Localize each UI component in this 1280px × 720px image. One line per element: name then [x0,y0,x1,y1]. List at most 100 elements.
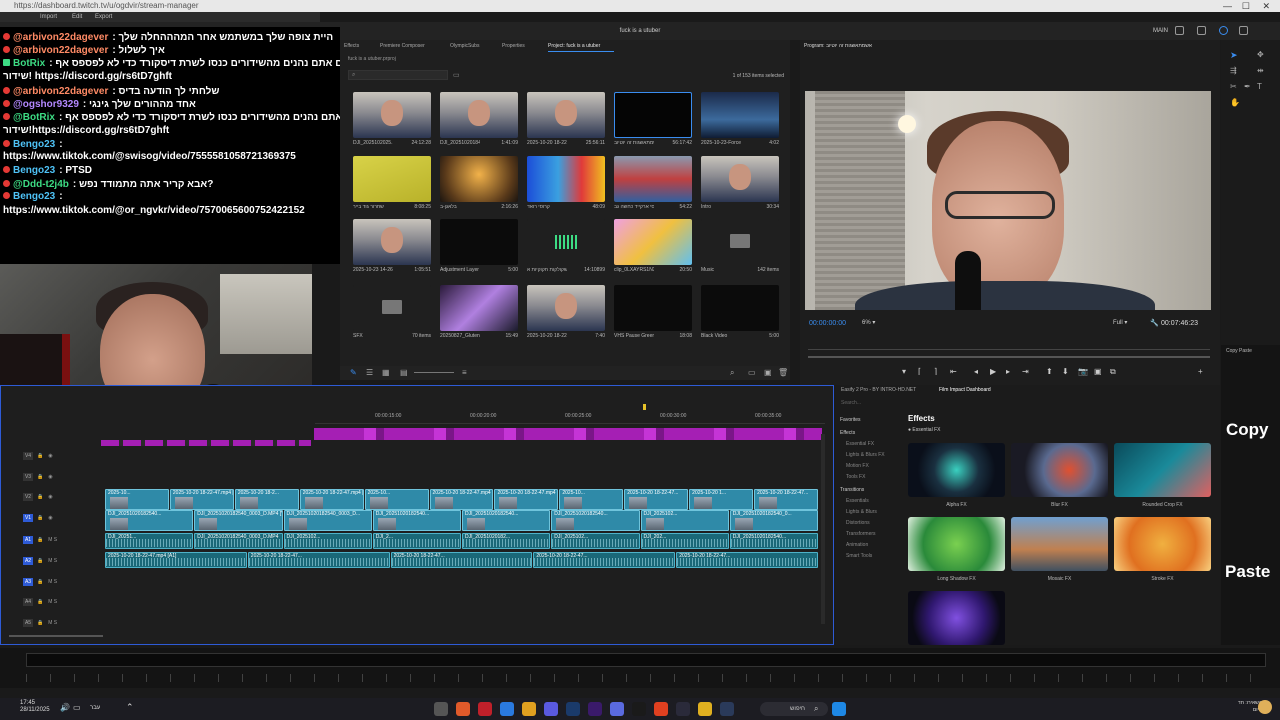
video-clip[interactable]: 2025-10... [105,489,169,510]
chat-username[interactable]: Bengo23 [13,165,55,176]
photoshop-icon[interactable] [566,702,580,716]
go-to-in-icon[interactable]: ⇤ [950,367,957,376]
program-zoom-bar[interactable] [808,356,1210,358]
video-clip[interactable]: DJI_20251020182540... [551,510,640,531]
selection-tool-icon[interactable]: ➤ [1230,50,1238,61]
ripple-edit-icon[interactable]: ⇹ [1257,66,1264,75]
eye-icon[interactable]: ◉ [48,494,52,500]
audio-clip[interactable]: 2025-10-20 18-22-47... [533,552,676,568]
track-header[interactable]: A5 🔒 M S [23,619,103,639]
list-view-icon[interactable]: ☰ [366,368,373,377]
layout-icon[interactable] [1175,26,1184,35]
new-item-button[interactable]: ▣ [764,368,772,377]
project-item-thumbnail[interactable] [701,92,779,138]
project-item-thumbnail[interactable] [614,285,692,331]
video-clip[interactable]: DJI_20251020182540_0003_D... [283,510,372,531]
chat-username[interactable]: @ogshor9329 [13,99,79,110]
new-bin-button[interactable]: ▭ [748,368,756,377]
tab-film-impact[interactable]: Film Impact Dashboard [939,387,991,393]
icon-view-icon[interactable]: ▦ [382,368,390,377]
pencil-icon[interactable]: ✎ [350,368,357,377]
tab-effects[interactable]: Effects [344,43,359,49]
project-item-thumbnail[interactable] [353,92,431,138]
track-target-label[interactable]: A2 [23,557,33,565]
copy-button[interactable]: Copy [1226,420,1269,440]
timeline-vertical-scrollbar[interactable] [821,434,825,624]
taskbar-search[interactable]: חיפוש ⌕ [760,702,828,716]
step-forward-icon[interactable]: ▸ [1006,367,1010,376]
project-item-thumbnail[interactable] [440,219,518,265]
calendar-icon[interactable] [676,702,690,716]
notes-icon[interactable] [500,702,514,716]
project-item-thumbnail[interactable] [440,156,518,202]
tab-easify[interactable]: Easify 2 Pro - BY INTRO-HD.NET [841,387,916,393]
tab-olympicsubs[interactable]: OlympicSubs [450,43,479,49]
chat-username[interactable]: @arbivon22dagever [13,86,108,97]
video-clip[interactable]: 2025-10-20 18-22-47... [624,489,689,510]
project-item-thumbnail[interactable] [353,219,431,265]
lock-icon[interactable]: 🔒 [37,599,43,605]
steam-icon[interactable] [720,702,734,716]
mute-icon[interactable]: M S [48,599,57,605]
workspace-label[interactable]: MAIN [1153,22,1168,40]
chat-username[interactable]: @BotRix [13,112,55,123]
track-target-label[interactable]: A5 [23,619,33,627]
video-clip[interactable]: 2025-10-20 18-22-47.mp4 [V2] [299,489,364,510]
effects-category[interactable]: Favorites [840,417,861,423]
windows-start-icon[interactable] [832,702,846,716]
track-header[interactable]: V4 🔒 ◉ [23,452,103,472]
hand-tool-icon[interactable]: ✋ [1230,98,1240,107]
audio-clip[interactable]: DJI_202... [640,533,729,549]
chrome-icon[interactable] [522,702,536,716]
sort-icon[interactable]: ≡ [462,368,467,377]
track-target-label[interactable]: A1 [23,536,33,544]
track-header[interactable]: V2 🔒 ◉ [23,493,103,513]
mute-icon[interactable]: M S [48,579,57,585]
lock-icon[interactable]: 🔒 [37,537,43,543]
project-item-thumbnail[interactable] [614,219,692,265]
effect-preview[interactable] [1011,517,1108,571]
weather-widget[interactable]: השאירו: חד היום [1222,700,1262,714]
audio-clip[interactable]: DJI_20251020182540... [729,533,818,549]
project-item-thumbnail[interactable] [527,219,605,265]
video-clip[interactable]: 2025-10-20 18-22-47.mp4 [V] [169,489,234,510]
chat-username[interactable]: Bengo23 [13,139,55,150]
effects-category[interactable]: Effects [840,430,855,436]
project-item-thumbnail[interactable] [353,156,431,202]
track-target-label[interactable]: A3 [23,578,33,586]
track-header[interactable]: V3 🔒 ◉ [23,473,103,493]
lock-icon[interactable]: 🔒 [37,494,43,500]
mark-out-icon[interactable]: ⌉ [934,367,937,376]
discord-icon[interactable] [610,702,624,716]
track-target-label[interactable]: A4 [23,598,33,606]
fullscreen-icon[interactable] [1239,26,1248,35]
effects-category[interactable]: Essential FX [846,441,874,447]
explorer-icon[interactable] [698,702,712,716]
audio-clip[interactable]: DJI_20251020182540_0003_D.MP4 [194,533,283,549]
track-header[interactable]: A3 🔒 M S [23,578,103,598]
video-clip[interactable]: DJI_2025102... [640,510,729,531]
audio-clip[interactable]: 2025-10-20 18-22-47... [247,552,390,568]
effects-category[interactable]: Smart Tools [846,553,872,559]
add-marker-icon[interactable]: ▾ [902,367,906,376]
find-icon[interactable]: ⌕ [730,368,734,378]
audio-clip[interactable]: DJI_2... [372,533,461,549]
trash-icon[interactable]: 🗑 [778,368,788,377]
chat-username[interactable]: @Ddd-t2j4b [13,179,69,190]
project-item-thumbnail[interactable] [440,92,518,138]
capcut-icon[interactable] [632,702,646,716]
video-clip[interactable]: DJI_20251020182540... [105,510,194,531]
lock-icon[interactable]: 🔒 [37,515,43,521]
video-clip[interactable]: 2025-10... [559,489,624,510]
video-clip[interactable]: DJI_20251020182540_0... [729,510,818,531]
track-header[interactable]: A2 🔒 M S [23,557,103,577]
compare-view-icon[interactable]: ▣ [1094,367,1102,376]
playhead-marker[interactable] [643,404,646,410]
effects-category[interactable]: Transitions [840,487,864,493]
effect-preview[interactable] [908,443,1005,497]
effects-category[interactable]: Essentials [846,498,869,504]
track-header[interactable]: V1 🔒 ◉ [23,514,103,534]
volume-icon[interactable]: 🔊 [60,703,70,712]
extract-icon[interactable]: ⬇ [1062,367,1069,376]
menu-edit[interactable]: Edit [72,14,82,20]
